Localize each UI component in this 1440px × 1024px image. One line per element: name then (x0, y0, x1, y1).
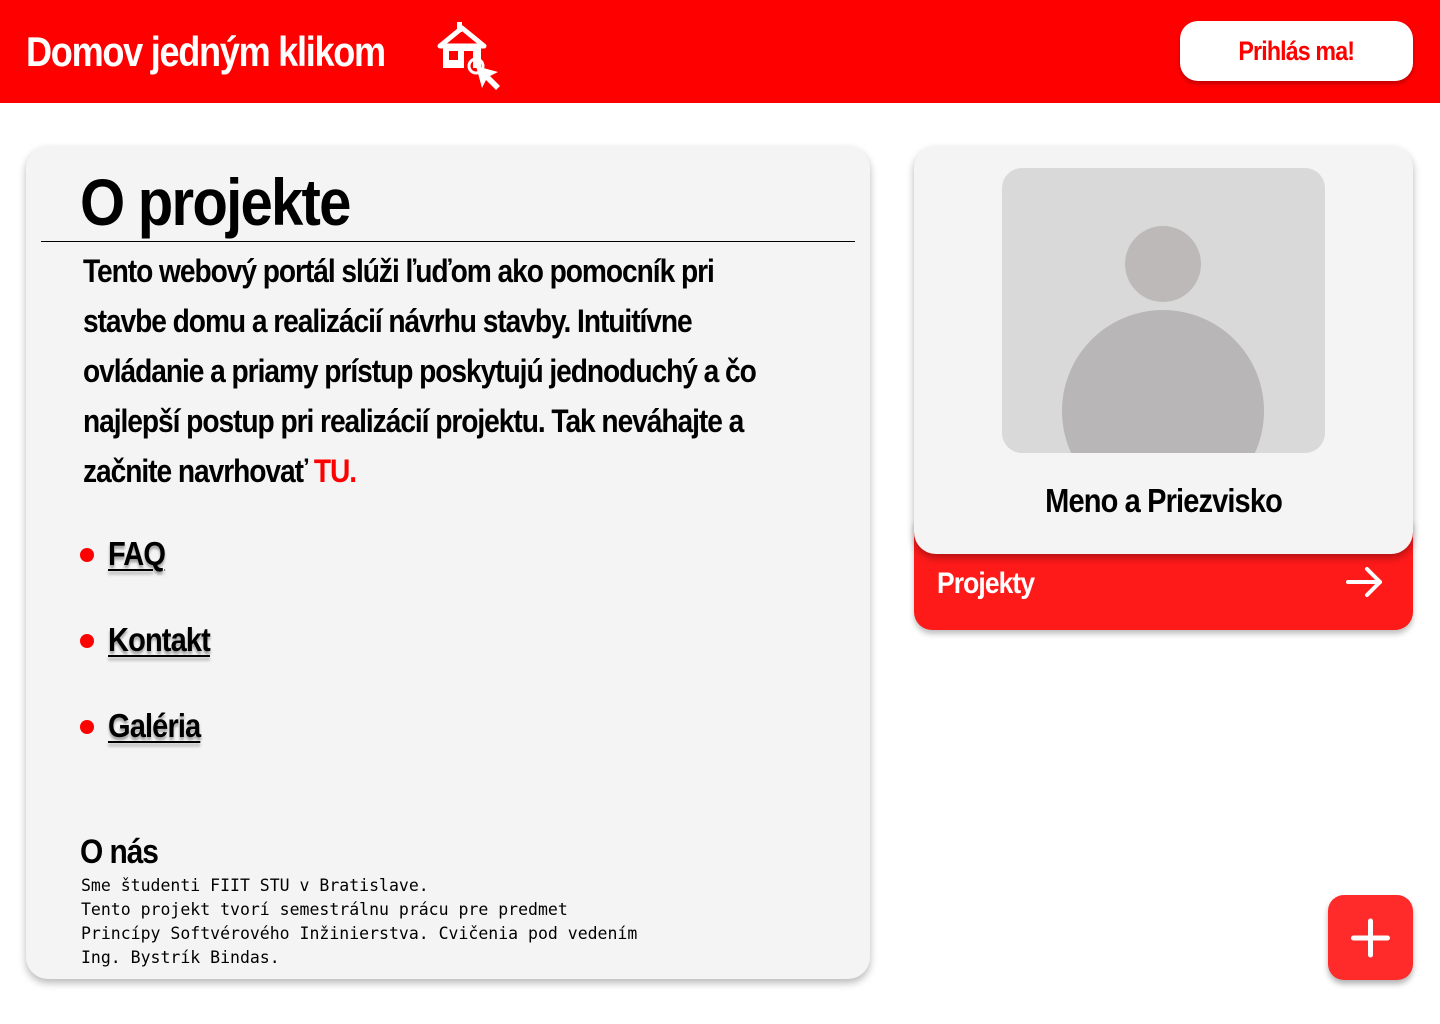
gallery-link[interactable]: Galéria (108, 698, 201, 754)
profile-name: Meno a Priezvisko (1045, 482, 1283, 519)
avatar[interactable] (1002, 168, 1325, 453)
plus-icon (1351, 918, 1390, 958)
quick-links: FAQ Kontakt Galéria (80, 526, 224, 784)
bullet-dot (80, 720, 94, 734)
about-card: O projekte Tento webový portál slúži ľuď… (26, 146, 870, 979)
bullet-dot (80, 634, 94, 648)
title-divider (41, 241, 855, 242)
start-design-link[interactable]: TU. (314, 453, 357, 489)
projects-label[interactable]: Projekty (937, 564, 1035, 604)
arrow-right-icon[interactable] (1345, 564, 1385, 600)
profile-card: Meno a Priezvisko (914, 146, 1413, 554)
about-description: Tento webový portál slúži ľuďom ako pomo… (83, 246, 769, 496)
add-button[interactable] (1328, 895, 1413, 980)
house-cursor-icon[interactable] (436, 20, 504, 92)
list-item: FAQ (80, 526, 224, 612)
bullet-dot (80, 548, 94, 562)
contact-link[interactable]: Kontakt (108, 612, 211, 668)
about-us-title: O nás (80, 833, 159, 871)
top-bar: Domov jedným klikom Prihlás ma! (0, 0, 1440, 103)
user-avatar-icon (1062, 226, 1264, 453)
about-title: O projekte (80, 165, 351, 239)
list-item: Kontakt (80, 612, 224, 698)
profile-widget: Projekty Meno a Priezvisko (914, 146, 1413, 630)
login-button[interactable]: Prihlás ma! (1180, 21, 1413, 81)
faq-link[interactable]: FAQ (108, 526, 166, 582)
about-us-text: Sme študenti FIIT STU v Bratislave. Tent… (81, 876, 638, 967)
about-text-body: Tento webový portál slúži ľuďom ako pomo… (83, 253, 757, 489)
brand-title[interactable]: Domov jedným klikom (26, 26, 386, 78)
list-item: Galéria (80, 698, 224, 784)
